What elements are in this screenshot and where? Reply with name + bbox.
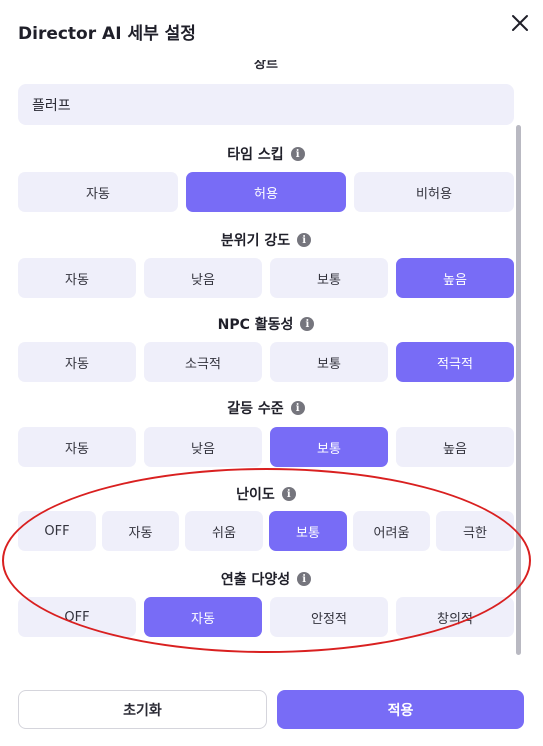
time-skip-option-disallow[interactable]: 비허용: [354, 172, 514, 212]
time-skip-label: 타임 스킵 i: [0, 144, 532, 164]
time-skip-option-auto[interactable]: 자동: [18, 172, 178, 212]
conflict-option-auto[interactable]: 자동: [18, 427, 136, 467]
dialog-header: Director AI 세부 설정: [0, 0, 543, 60]
director-ai-settings-dialog: Director AI 세부 설정 장르 플러프 타임 스킵 i 자동 허용 비…: [0, 0, 543, 746]
mood-intensity-label: 분위기 강도 i: [0, 230, 532, 250]
difficulty-option-hard[interactable]: 어려움: [353, 511, 430, 551]
variety-option-off[interactable]: OFF: [18, 597, 136, 637]
difficulty-option-easy[interactable]: 쉬움: [185, 511, 263, 551]
settings-scroll-area[interactable]: 장르 플러프 타임 스킵 i 자동 허용 비허용 분위기 강도 i 자동 낮음 …: [0, 60, 543, 658]
mood-option-high[interactable]: 높음: [396, 258, 514, 298]
conflict-level-label-text: 갈등 수준: [227, 401, 284, 417]
scrollbar[interactable]: [516, 125, 521, 655]
reset-button[interactable]: 초기화: [18, 690, 267, 729]
info-icon[interactable]: i: [281, 487, 296, 501]
npc-option-passive[interactable]: 소극적: [144, 342, 262, 382]
info-icon[interactable]: i: [297, 572, 312, 586]
npc-option-active[interactable]: 적극적: [396, 342, 514, 382]
genre-input[interactable]: 플러프: [18, 84, 514, 125]
difficulty-label: 난이도 i: [0, 484, 532, 504]
mood-option-low[interactable]: 낮음: [144, 258, 262, 298]
difficulty-option-normal[interactable]: 보통: [269, 511, 347, 551]
variety-option-auto[interactable]: 자동: [144, 597, 262, 637]
info-icon[interactable]: i: [290, 147, 305, 161]
directing-variety-label-text: 연출 다양성: [220, 572, 291, 588]
directing-variety-label: 연출 다양성 i: [0, 569, 532, 589]
info-icon[interactable]: i: [290, 401, 305, 415]
difficulty-option-off[interactable]: OFF: [18, 511, 96, 551]
info-icon[interactable]: i: [297, 233, 312, 247]
close-icon: [512, 15, 528, 31]
variety-option-stable[interactable]: 안정적: [270, 597, 388, 637]
time-skip-label-text: 타임 스킵: [227, 147, 284, 163]
variety-option-creative[interactable]: 창의적: [396, 597, 514, 637]
close-button[interactable]: [506, 9, 534, 37]
npc-activity-label-text: NPC 활동성: [217, 317, 294, 333]
difficulty-label-text: 난이도: [236, 487, 275, 503]
info-icon[interactable]: i: [300, 317, 315, 331]
time-skip-option-allow[interactable]: 허용: [186, 172, 346, 212]
mood-option-auto[interactable]: 자동: [18, 258, 136, 298]
mood-option-normal[interactable]: 보통: [270, 258, 388, 298]
dialog-footer: 초기화 적용: [0, 690, 543, 730]
npc-option-auto[interactable]: 자동: [18, 342, 136, 382]
apply-button[interactable]: 적용: [277, 690, 524, 729]
conflict-level-label: 갈등 수준 i: [0, 398, 532, 418]
dialog-title: Director AI 세부 설정: [18, 24, 196, 44]
npc-option-normal[interactable]: 보통: [270, 342, 388, 382]
difficulty-option-auto[interactable]: 자동: [102, 511, 179, 551]
conflict-option-normal[interactable]: 보통: [270, 427, 388, 467]
genre-label: 장르: [254, 60, 278, 71]
npc-activity-label: NPC 활동성 i: [0, 314, 532, 334]
difficulty-option-extreme[interactable]: 극한: [436, 511, 514, 551]
mood-intensity-label-text: 분위기 강도: [220, 233, 291, 249]
conflict-option-high[interactable]: 높음: [396, 427, 514, 467]
conflict-option-low[interactable]: 낮음: [144, 427, 262, 467]
